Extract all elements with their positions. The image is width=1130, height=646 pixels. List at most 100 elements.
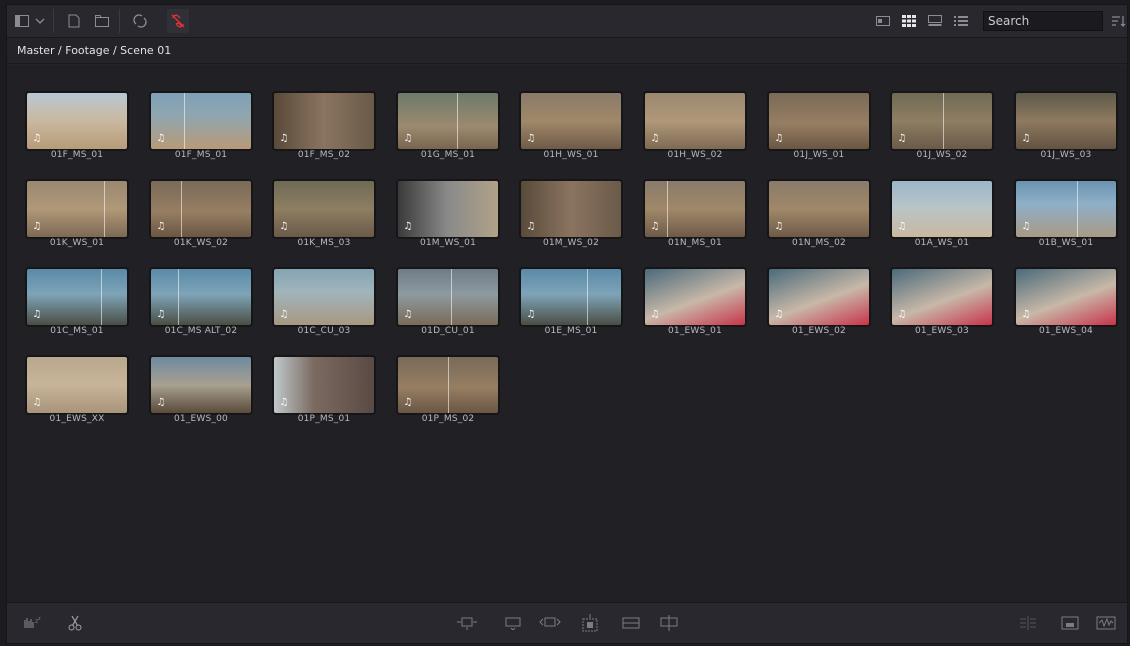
new-clip-icon[interactable] bbox=[65, 9, 83, 33]
clip-thumbnail[interactable]: ♫ bbox=[890, 91, 994, 151]
viewer-icon[interactable] bbox=[1059, 611, 1081, 635]
audio-note-icon: ♫ bbox=[1021, 309, 1031, 320]
audio-note-icon: ♫ bbox=[279, 221, 289, 232]
clip-thumbnail[interactable]: ♫ bbox=[25, 91, 129, 151]
clip-thumbnail[interactable]: ♫ bbox=[396, 355, 500, 415]
replace-icon[interactable] bbox=[537, 611, 563, 635]
new-bin-icon[interactable] bbox=[93, 9, 111, 33]
clip-item[interactable]: ♫ 01G_MS_01 bbox=[396, 79, 500, 160]
clip-thumbnail[interactable]: ♫ bbox=[272, 91, 376, 151]
overwrite-icon[interactable] bbox=[501, 611, 525, 635]
clip-thumbnail[interactable]: ♫ bbox=[643, 91, 747, 151]
split-view-icon[interactable] bbox=[1017, 611, 1039, 635]
clip-thumbnail[interactable]: ♫ bbox=[519, 91, 623, 151]
clip-name: 01F_MS_02 bbox=[297, 150, 351, 160]
clip-item[interactable]: ♫ 01M_WS_02 bbox=[519, 167, 623, 248]
clip-item[interactable]: ♫ 01K_MS_03 bbox=[272, 167, 376, 248]
audio-note-icon: ♫ bbox=[403, 221, 413, 232]
search-input[interactable] bbox=[983, 11, 1103, 31]
clip-thumbnail[interactable]: ♫ bbox=[767, 179, 871, 239]
clip-item[interactable]: ♫ 01D_CU_01 bbox=[396, 255, 500, 336]
clip-thumbnail[interactable]: ♫ bbox=[396, 267, 500, 327]
clip-item[interactable]: ♫ 01P_MS_02 bbox=[396, 343, 500, 424]
audio-waveform-icon[interactable]: zz bbox=[23, 611, 43, 635]
ripple-overwrite-icon[interactable] bbox=[657, 611, 681, 635]
clip-thumbnail[interactable]: ♫ bbox=[1014, 267, 1118, 327]
clip-item[interactable]: ♫ 01B_WS_01 bbox=[1014, 167, 1118, 248]
clip-item[interactable]: ♫ 01J_WS_01 bbox=[767, 79, 871, 160]
clip-thumbnail[interactable]: ♫ bbox=[149, 267, 253, 327]
clip-item[interactable]: ♫ 01_EWS_01 bbox=[643, 255, 747, 336]
clip-thumbnail[interactable]: ♫ bbox=[890, 267, 994, 327]
chevron-down-icon[interactable] bbox=[33, 9, 47, 33]
insert-icon[interactable] bbox=[455, 611, 479, 635]
unlink-icon[interactable] bbox=[167, 9, 189, 33]
clip-item[interactable]: ♫ 01A_WS_01 bbox=[890, 167, 994, 248]
clip-thumbnail[interactable]: ♫ bbox=[272, 355, 376, 415]
clip-item[interactable]: ♫ 01J_WS_02 bbox=[890, 79, 994, 160]
audio-note-icon: ♫ bbox=[32, 309, 42, 320]
clip-thumbnail[interactable]: ♫ bbox=[149, 179, 253, 239]
clip-thumbnail[interactable]: ♫ bbox=[1014, 91, 1118, 151]
clip-thumbnail[interactable]: ♫ bbox=[519, 267, 623, 327]
media-pool-window: Master / Footage / Scene 01 ♫ 01F_MS_01 ♫ 0… bbox=[6, 4, 1128, 644]
thumbnail-view-icon[interactable] bbox=[899, 9, 919, 33]
audio-note-icon: ♫ bbox=[32, 221, 42, 232]
clip-thumbnail[interactable]: ♫ bbox=[1014, 179, 1118, 239]
clip-item[interactable]: ♫ 01_EWS_XX bbox=[25, 343, 129, 424]
clip-item[interactable]: ♫ 01F_MS_01 bbox=[25, 79, 129, 160]
clip-item[interactable]: ♫ 01E_MS_01 bbox=[519, 255, 623, 336]
clip-thumbnail[interactable]: ♫ bbox=[272, 267, 376, 327]
clip-item[interactable]: ♫ 01C_MS_01 bbox=[25, 255, 129, 336]
clip-item[interactable]: ♫ 01C_CU_03 bbox=[272, 255, 376, 336]
clip-thumbnail[interactable]: ♫ bbox=[767, 91, 871, 151]
clip-thumbnail[interactable]: ♫ bbox=[519, 179, 623, 239]
clip-thumbnail[interactable]: ♫ bbox=[25, 179, 129, 239]
clip-item[interactable]: ♫ 01F_MS_02 bbox=[272, 79, 376, 160]
panel-toggle-icon[interactable] bbox=[13, 9, 31, 33]
audio-note-icon: ♫ bbox=[32, 133, 42, 144]
clip-thumbnail[interactable]: ♫ bbox=[396, 91, 500, 151]
clip-thumbnail[interactable]: ♫ bbox=[767, 267, 871, 327]
clip-thumbnail[interactable]: ♫ bbox=[643, 179, 747, 239]
sort-icon[interactable] bbox=[1111, 9, 1127, 33]
waveform-view-icon[interactable] bbox=[1095, 611, 1117, 635]
clip-item[interactable]: ♫ 01K_WS_02 bbox=[149, 167, 253, 248]
clip-thumbnail[interactable]: ♫ bbox=[272, 179, 376, 239]
clip-item[interactable]: ♫ 01H_WS_02 bbox=[643, 79, 747, 160]
clip-item[interactable]: ♫ 01_EWS_03 bbox=[890, 255, 994, 336]
clip-item[interactable]: ♫ 01P_MS_01 bbox=[272, 343, 376, 424]
audio-note-icon: ♫ bbox=[774, 309, 784, 320]
clip-name: 01_EWS_03 bbox=[914, 326, 969, 336]
clip-item[interactable]: ♫ 01F_MS_01 bbox=[149, 79, 253, 160]
clip-thumbnail[interactable]: ♫ bbox=[396, 179, 500, 239]
list-view-icon[interactable] bbox=[951, 9, 971, 33]
clip-item[interactable]: ♫ 01N_MS_02 bbox=[767, 167, 871, 248]
clip-item[interactable]: ♫ 01M_WS_01 bbox=[396, 167, 500, 248]
audio-note-icon: ♫ bbox=[897, 221, 907, 232]
clip-item[interactable]: ♫ 01_EWS_02 bbox=[767, 255, 871, 336]
clip-item[interactable]: ♫ 01J_WS_03 bbox=[1014, 79, 1118, 160]
clip-thumbnail[interactable]: ♫ bbox=[149, 355, 253, 415]
clip-item[interactable]: ♫ 01H_WS_01 bbox=[519, 79, 623, 160]
sync-icon[interactable] bbox=[131, 9, 149, 33]
clip-thumbnail[interactable]: ♫ bbox=[890, 179, 994, 239]
clip-thumbnail[interactable]: ♫ bbox=[25, 267, 129, 327]
clip-thumbnail[interactable]: ♫ bbox=[149, 91, 253, 151]
filmstrip-view-icon[interactable] bbox=[925, 9, 945, 33]
clip-item[interactable]: ♫ 01K_WS_01 bbox=[25, 167, 129, 248]
metadata-view-icon[interactable] bbox=[873, 9, 893, 33]
append-icon[interactable] bbox=[619, 611, 643, 635]
audio-note-icon: ♫ bbox=[1021, 221, 1031, 232]
clip-name: 01K_MS_03 bbox=[297, 238, 351, 248]
clip-thumbnail[interactable]: ♫ bbox=[643, 267, 747, 327]
clip-name: 01P_MS_01 bbox=[297, 414, 351, 424]
clip-name: 01_EWS_02 bbox=[791, 326, 846, 336]
place-on-top-icon[interactable] bbox=[577, 611, 603, 635]
clip-item[interactable]: ♫ 01_EWS_00 bbox=[149, 343, 253, 424]
cut-icon[interactable] bbox=[65, 611, 85, 635]
clip-thumbnail[interactable]: ♫ bbox=[25, 355, 129, 415]
clip-item[interactable]: ♫ 01_EWS_04 bbox=[1014, 255, 1118, 336]
clip-item[interactable]: ♫ 01C_MS ALT_02 bbox=[149, 255, 253, 336]
clip-item[interactable]: ♫ 01N_MS_01 bbox=[643, 167, 747, 248]
